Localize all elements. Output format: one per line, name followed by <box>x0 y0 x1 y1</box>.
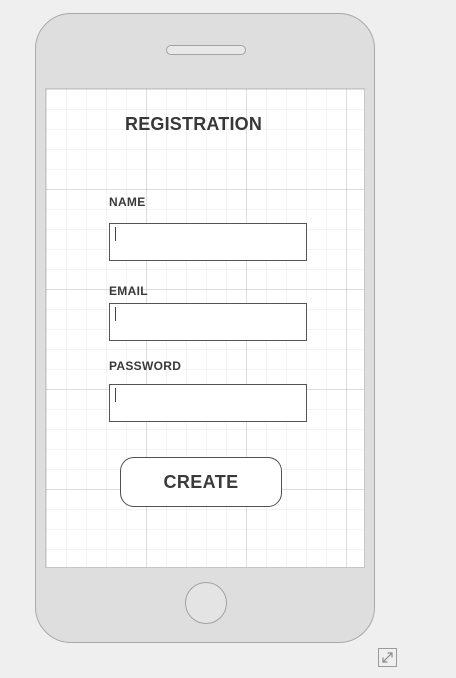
name-field[interactable] <box>109 223 307 261</box>
name-input[interactable] <box>110 224 306 260</box>
email-label: EMAIL <box>109 284 148 298</box>
password-input[interactable] <box>110 385 306 421</box>
email-field[interactable] <box>109 303 307 341</box>
password-field[interactable] <box>109 384 307 422</box>
home-button[interactable] <box>185 582 227 624</box>
name-label: NAME <box>109 195 146 209</box>
page-title: REGISTRATION <box>125 114 263 134</box>
phone-speaker <box>166 45 246 55</box>
email-input[interactable] <box>110 304 306 340</box>
phone-screen: REGISTRATION NAME EMAIL PASSWORD CREATE <box>45 88 365 568</box>
password-label: PASSWORD <box>109 359 182 373</box>
expand-icon[interactable] <box>378 648 397 667</box>
create-button[interactable]: CREATE <box>120 457 282 507</box>
canvas: REGISTRATION NAME EMAIL PASSWORD CREATE <box>0 0 456 678</box>
